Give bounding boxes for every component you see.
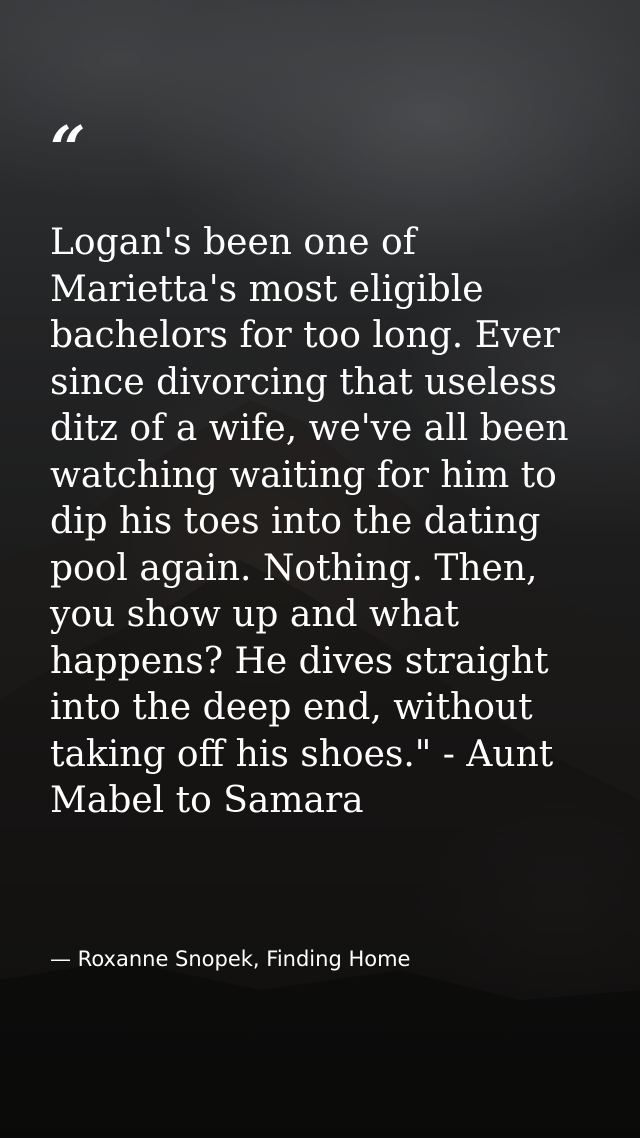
quote-text: Logan's been one of Marietta's most elig… (50, 222, 569, 821)
quote-mark-icon: “ (50, 112, 86, 185)
quote-attribution: — Roxanne Snopek, Finding Home (50, 947, 411, 971)
